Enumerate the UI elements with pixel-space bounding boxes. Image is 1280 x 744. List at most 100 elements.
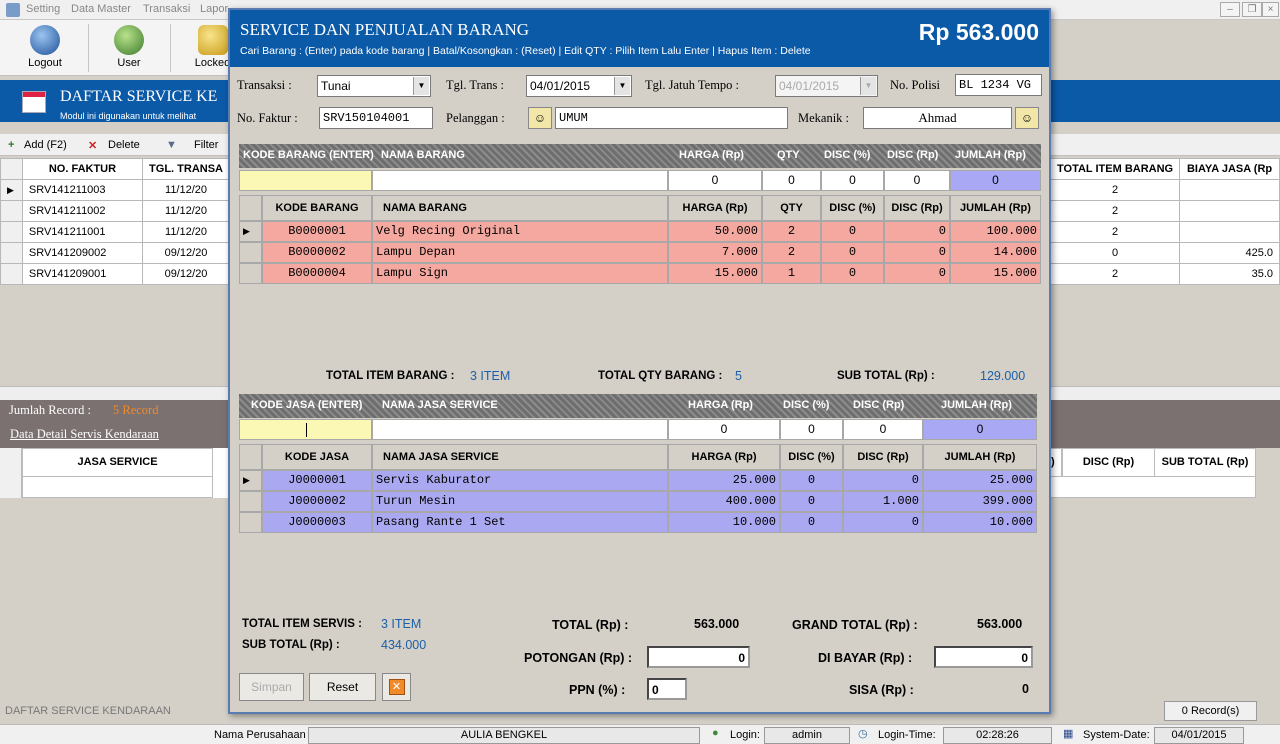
ppn-field[interactable]: 0 — [647, 678, 687, 700]
grid-cell[interactable]: 0 — [821, 221, 884, 242]
table-row[interactable]: 2 — [1049, 200, 1280, 222]
disc-rp-jasa-input[interactable]: 0 — [843, 419, 923, 440]
grid-cell[interactable]: 100.000 — [950, 221, 1041, 242]
table-row[interactable]: ▶ SRV141211003 11/12/20 — [0, 179, 230, 201]
grid-cell[interactable]: 0 — [843, 470, 923, 491]
table-row[interactable]: 2 35.0 — [1049, 263, 1280, 285]
horizontal-scrollbar[interactable] — [0, 386, 230, 400]
grid-cell[interactable]: J0000002 — [262, 491, 372, 512]
grid-cell[interactable]: 2 — [762, 242, 821, 263]
grid-cell[interactable]: 14.000 — [950, 242, 1041, 263]
tgl-trans-picker[interactable]: 04/01/2015 ▼ — [526, 75, 632, 97]
grid-cell[interactable]: 0 — [780, 470, 843, 491]
pelanggan-field[interactable]: UMUM — [555, 107, 788, 129]
grid-cell[interactable]: 7.000 — [668, 242, 762, 263]
grid-cell[interactable]: 400.000 — [668, 491, 780, 512]
mekanik-field[interactable]: Ahmad — [863, 107, 1012, 129]
filter-button[interactable]: Filter — [194, 139, 218, 151]
grid-cell[interactable]: 0 — [780, 491, 843, 512]
table-row[interactable]: SRV141209001 09/12/20 — [0, 263, 230, 285]
barang-entry-header: KODE BARANG (ENTER) NAMA BARANG HARGA (R… — [239, 144, 1041, 168]
grid-cell[interactable]: Lampu Sign — [372, 263, 668, 284]
grid-cell[interactable]: 0 — [780, 512, 843, 533]
kode-jasa-input[interactable] — [239, 419, 372, 440]
qty-input[interactable]: 0 — [762, 170, 821, 191]
menu-transaksi[interactable]: Transaksi — [143, 3, 190, 15]
table-row[interactable]: 2 — [1049, 221, 1280, 243]
horizontal-scrollbar-right[interactable] — [1050, 386, 1280, 400]
disc-rp-input[interactable]: 0 — [884, 170, 950, 191]
row-selector[interactable] — [239, 491, 262, 512]
grid-cell[interactable]: Velg Recing Original — [372, 221, 668, 242]
menu-laporan[interactable]: Lapor — [200, 3, 228, 15]
grid-cell[interactable]: 0 — [821, 263, 884, 284]
grid-cell[interactable]: J0000001 — [262, 470, 372, 491]
disc-persen-input[interactable]: 0 — [821, 170, 884, 191]
tgl-jatuh-tempo-picker[interactable]: 04/01/2015 ▼ — [775, 75, 878, 97]
disc-persen-jasa-input[interactable]: 0 — [780, 419, 843, 440]
grid-cell[interactable]: 0 — [884, 221, 950, 242]
user-button[interactable]: User — [102, 20, 156, 76]
nama-barang-input[interactable] — [372, 170, 668, 191]
add-button[interactable]: Add (F2) — [24, 139, 67, 151]
restore-icon[interactable]: ❐ — [1242, 2, 1262, 17]
pelanggan-lookup-button[interactable]: ☺ — [528, 107, 552, 129]
no-polisi-field[interactable]: BL 1234 VG — [955, 74, 1042, 96]
table-row[interactable]: SRV141211001 11/12/20 — [0, 221, 230, 243]
grid-cell[interactable]: Servis Kaburator — [372, 470, 668, 491]
detail-servis-link[interactable]: Data Detail Servis Kendaraan — [10, 427, 159, 442]
row-pointer-icon[interactable]: ▶ — [239, 470, 262, 491]
simpan-button[interactable]: Simpan — [239, 673, 304, 701]
grid-cell[interactable]: 0 — [843, 512, 923, 533]
nama-jasa-input[interactable] — [372, 419, 668, 440]
grid-cell[interactable]: 10.000 — [923, 512, 1037, 533]
grid-cell[interactable]: 15.000 — [950, 263, 1041, 284]
table-row[interactable]: SRV141209002 09/12/20 — [0, 242, 230, 264]
jasa-entry-header: KODE JASA (ENTER) NAMA JASA SERVICE HARG… — [239, 394, 1037, 418]
row-selector[interactable] — [239, 512, 262, 533]
grid-cell[interactable]: 2 — [762, 221, 821, 242]
grid-cell[interactable]: 0 — [821, 242, 884, 263]
delete-button[interactable]: Delete — [108, 139, 140, 151]
harga-barang-input[interactable]: 0 — [668, 170, 762, 191]
row-selector[interactable] — [239, 242, 262, 263]
grid-cell[interactable]: 10.000 — [668, 512, 780, 533]
reset-button[interactable]: Reset — [309, 673, 376, 701]
grid-cell[interactable]: 399.000 — [923, 491, 1037, 512]
grid-cell[interactable]: Pasang Rante 1 Set — [372, 512, 668, 533]
record-count: 0 Record(s) — [1164, 701, 1257, 721]
kode-barang-input[interactable] — [239, 170, 372, 191]
table-row[interactable]: 0 425.0 — [1049, 242, 1280, 264]
table-row[interactable]: SRV141211002 11/12/20 — [0, 200, 230, 222]
grid-cell[interactable]: 0 — [884, 263, 950, 284]
grid-cell[interactable]: B0000004 — [262, 263, 372, 284]
table-row[interactable]: 2 — [1049, 179, 1280, 201]
transaksi-select[interactable]: Tunai ▼ — [317, 75, 431, 97]
no-faktur-field[interactable]: SRV150104001 — [319, 107, 433, 129]
grid-cell[interactable]: B0000002 — [262, 242, 372, 263]
grid-cell[interactable]: 1 — [762, 263, 821, 284]
grid-cell[interactable]: 25.000 — [668, 470, 780, 491]
menu-data-master[interactable]: Data Master — [71, 3, 131, 15]
grid-cell[interactable]: 1.000 — [843, 491, 923, 512]
menu-setting[interactable]: Setting — [26, 3, 60, 15]
grid-cell[interactable]: Turun Mesin — [372, 491, 668, 512]
potongan-field[interactable]: 0 — [647, 646, 750, 668]
harga-jasa-input[interactable]: 0 — [668, 419, 780, 440]
grid-cell[interactable]: Lampu Depan — [372, 242, 668, 263]
grid-cell[interactable]: J0000003 — [262, 512, 372, 533]
grid-cell[interactable]: B0000001 — [262, 221, 372, 242]
dibayar-field[interactable]: 0 — [934, 646, 1033, 668]
close-dialog-button[interactable]: ✕ — [382, 673, 411, 701]
grid-cell[interactable]: 50.000 — [668, 221, 762, 242]
grid-cell[interactable]: 25.000 — [923, 470, 1037, 491]
minimize-icon[interactable]: – — [1220, 2, 1240, 17]
grid-cell[interactable]: 0 — [884, 242, 950, 263]
close-icon[interactable]: × — [1262, 2, 1279, 17]
lock-icon — [197, 25, 228, 55]
mekanik-lookup-button[interactable]: ☺ — [1015, 107, 1039, 129]
row-selector[interactable] — [239, 263, 262, 284]
row-pointer-icon[interactable]: ▶ — [239, 221, 262, 242]
grid-cell[interactable]: 15.000 — [668, 263, 762, 284]
logout-button[interactable]: Logout — [18, 20, 72, 76]
